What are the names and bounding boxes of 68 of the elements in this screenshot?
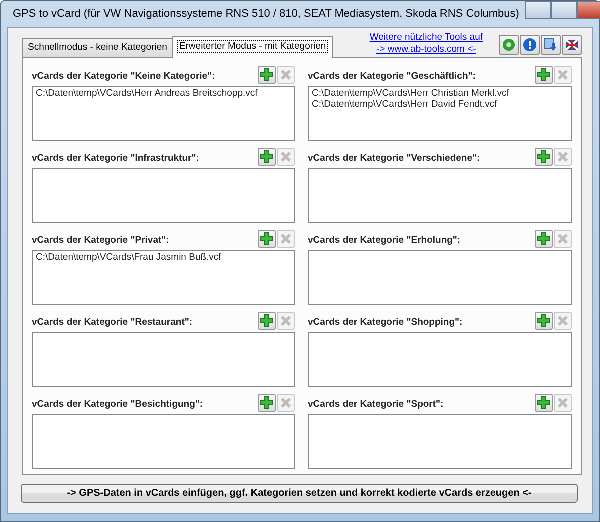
cross-icon (557, 233, 569, 245)
plus-icon (537, 314, 551, 328)
category-label: vCards der Kategorie "Shopping": (308, 316, 463, 330)
info-icon (523, 38, 537, 52)
file-item[interactable]: C:\Daten\temp\VCards\Herr David Fendt.vcf (312, 99, 568, 110)
plus-icon (537, 232, 551, 246)
add-button[interactable] (258, 230, 276, 248)
category-label: vCards der Kategorie "Privat": (32, 234, 170, 248)
update-button[interactable] (541, 35, 561, 55)
file-list[interactable] (32, 168, 295, 223)
help-button[interactable] (499, 35, 519, 55)
file-list[interactable] (308, 168, 572, 223)
category-label: vCards der Kategorie "Erholung": (308, 234, 461, 248)
plus-icon (260, 314, 274, 328)
category-label: vCards der Kategorie "Geschäftlich": (308, 70, 476, 84)
add-button[interactable] (535, 66, 553, 84)
plus-icon (260, 232, 274, 246)
maximize-button[interactable] (551, 1, 578, 19)
language-button[interactable] (562, 35, 582, 55)
category-label: vCards der Kategorie "Keine Kategorie": (32, 70, 216, 84)
file-list[interactable] (308, 414, 572, 469)
add-button[interactable] (258, 394, 276, 412)
cross-icon (557, 315, 569, 327)
add-button[interactable] (535, 312, 553, 330)
plus-icon (260, 150, 274, 164)
file-list[interactable]: C:\Daten\temp\VCards\Herr Andreas Breitschopp.vcf (32, 86, 295, 141)
cross-icon (280, 69, 292, 81)
category-label: vCards der Kategorie "Sport": (308, 398, 444, 412)
plus-icon (537, 396, 551, 410)
plus-icon (537, 68, 551, 82)
cross-icon (280, 397, 292, 409)
category-label: vCards der Kategorie "Infrastruktur": (32, 152, 200, 166)
plus-icon (260, 396, 274, 410)
action-button[interactable]: -> GPS-Daten in vCards einfügen, ggf. Kategorien setzen und korrekt kodierte vCards erzeugen <- (21, 484, 578, 503)
category-label: vCards der Kategorie "Verschiedene": (308, 152, 480, 166)
file-list[interactable] (308, 332, 572, 387)
minimize-button[interactable] (525, 1, 552, 19)
file-list[interactable] (32, 332, 295, 387)
cross-icon (557, 69, 569, 81)
file-list[interactable]: C:\Daten\temp\VCards\Herr Christian Merkl.vcf C:\Daten\temp\VCards\Herr David Fendt.vcf (308, 86, 572, 141)
add-button[interactable] (535, 148, 553, 166)
cross-icon (280, 151, 292, 163)
file-item[interactable]: C:\Daten\temp\VCards\Herr Christian Merkl.vcf (312, 88, 568, 99)
add-button[interactable] (258, 66, 276, 84)
file-list[interactable] (308, 250, 572, 305)
category-label: vCards der Kategorie "Restaurant": (32, 316, 193, 330)
add-button[interactable] (258, 148, 276, 166)
file-item[interactable]: C:\Daten\temp\VCards\Herr Andreas Breitschopp.vcf (36, 88, 291, 99)
cross-icon (557, 397, 569, 409)
tools-link[interactable]: Weitere nützliche Tools auf -> www.ab-tools.com <- (370, 32, 483, 56)
tab[interactable]: Erweiterter Modus - mit Kategorien (172, 36, 334, 58)
flag-icon (565, 38, 579, 52)
plus-icon (260, 68, 274, 82)
category-label: vCards der Kategorie "Besichtigung": (32, 398, 204, 412)
file-item[interactable]: C:\Daten\temp\VCards\Frau Jasmin Buß.vcf (36, 252, 291, 263)
tab[interactable]: Schnellmodus - keine Kategorien (22, 38, 174, 57)
cross-icon (280, 315, 292, 327)
file-list[interactable]: C:\Daten\temp\VCards\Frau Jasmin Buß.vcf (32, 250, 295, 305)
file-list[interactable] (32, 414, 295, 469)
cross-icon (557, 151, 569, 163)
add-button[interactable] (535, 394, 553, 412)
window-title: GPS to vCard (für VW Navigationssysteme RNS 510 / 810, SEAT Mediasystem, Skoda RNS Columbus) (13, 6, 520, 22)
info-button[interactable] (520, 35, 540, 55)
plus-icon (537, 150, 551, 164)
add-button[interactable] (258, 312, 276, 330)
add-button[interactable] (535, 230, 553, 248)
download-icon (544, 38, 558, 52)
cross-icon (280, 233, 292, 245)
